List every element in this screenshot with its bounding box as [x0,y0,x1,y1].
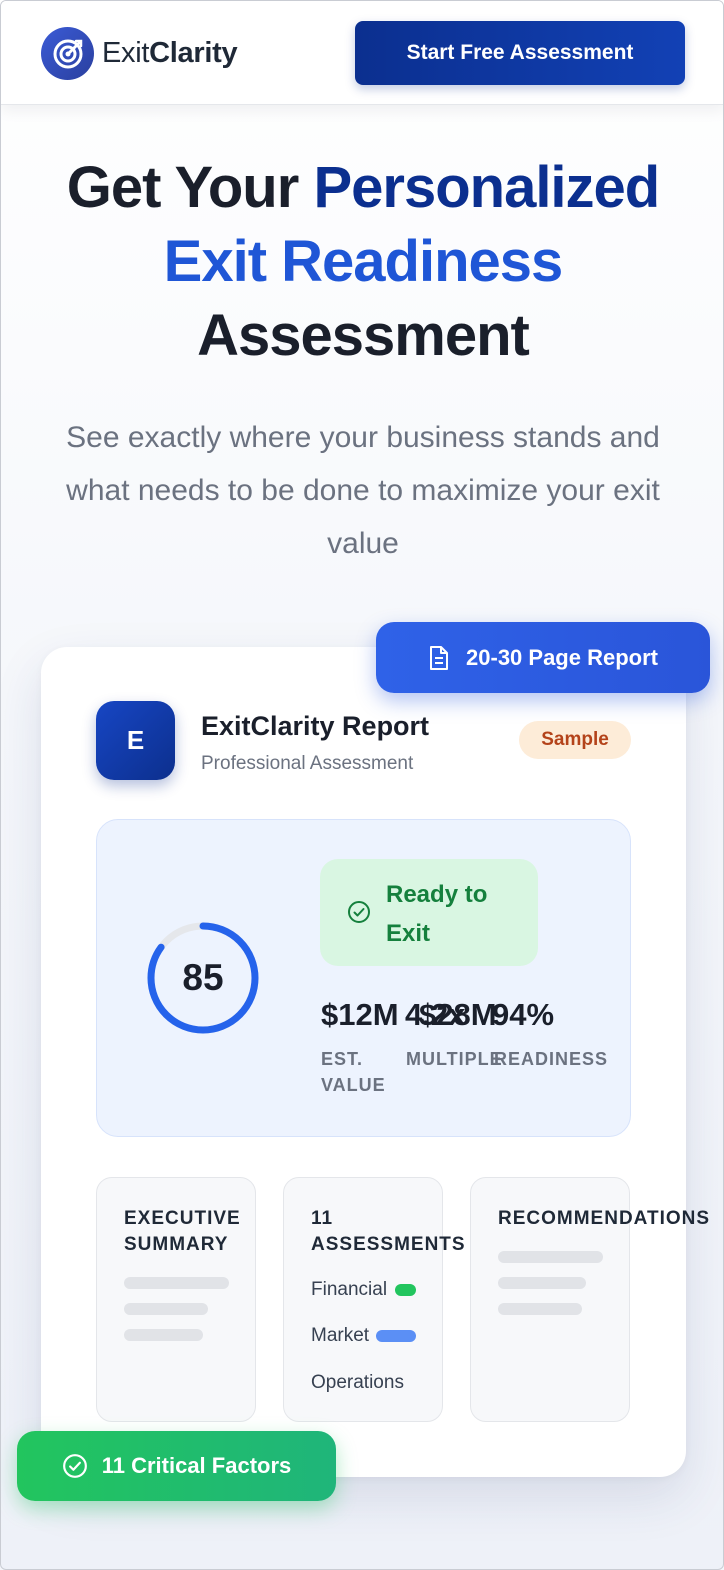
stat-value-readiness: 94% [492,997,555,1032]
stat-label-multiple: MULTIPLE [406,1049,503,1069]
hero-subtitle: See exactly where your business stands a… [66,421,660,560]
stat-value-est-value: $12M [321,997,399,1032]
assessment-item-operations: Operations [311,1372,404,1393]
skeleton-line [498,1277,586,1289]
stat-label-readiness: READINESS [494,1049,609,1069]
skeleton-line [124,1329,203,1341]
status-text: Ready to Exit [386,881,488,947]
skeleton-line [498,1303,582,1315]
hero-title-part4: Assessment [197,303,530,368]
check-circle-icon [62,1454,87,1478]
start-free-assessment-button[interactable]: Start Free Assessment [355,21,685,85]
hero-title-part2: Personalized [313,155,660,220]
hero-title-part1: Get Your [66,155,314,220]
readiness-score: 85 [182,957,224,998]
target-icon [41,27,94,80]
recommendations-title: RECOMMENDATIONS [498,1208,711,1229]
skeleton-line [124,1277,229,1289]
logo-text-bold: Clarity [149,37,238,69]
critical-factors-label: 11 Critical Factors [101,1453,292,1478]
page-frame: ExitClarity Start Free Assessment Get Yo… [0,0,724,1570]
hero-title-part3: Exit Readiness [163,229,564,294]
assessment-item-market: Market [311,1325,370,1346]
logo-text: ExitClarity [102,37,238,70]
skeleton-line [124,1303,208,1315]
stat-value-overlap: $28M [419,997,497,1032]
financial-indicator [395,1284,416,1296]
report-pages-label: 20-30 Page Report [466,644,658,670]
skeleton-line [498,1251,603,1263]
report-avatar: E [96,701,175,780]
report-pages-badge: 20-30 Page Report [376,622,710,693]
document-icon [430,645,449,670]
logo-text-light: Exit [102,37,150,69]
check-circle-icon [348,901,370,923]
hero-title: Get Your Personalized Exit Readiness Ass… [21,151,705,373]
site-header: ExitClarity Start Free Assessment [1,1,723,105]
report-subtitle: Professional Assessment [201,753,414,774]
sample-badge: Sample [519,721,631,759]
market-indicator [376,1330,416,1342]
executive-summary-title: EXECUTIVE SUMMARY [124,1208,241,1255]
report-title: ExitClarity Report [201,711,430,741]
critical-factors-badge: 11 Critical Factors [17,1431,336,1501]
assessments-title: 11 ASSESSMENTS [311,1208,466,1255]
status-badge: Ready to Exit [320,859,538,966]
stat-label-est-value: EST. VALUE [321,1049,386,1095]
logo[interactable]: ExitClarity [41,27,238,80]
assessment-item-financial: Financial [311,1279,388,1300]
